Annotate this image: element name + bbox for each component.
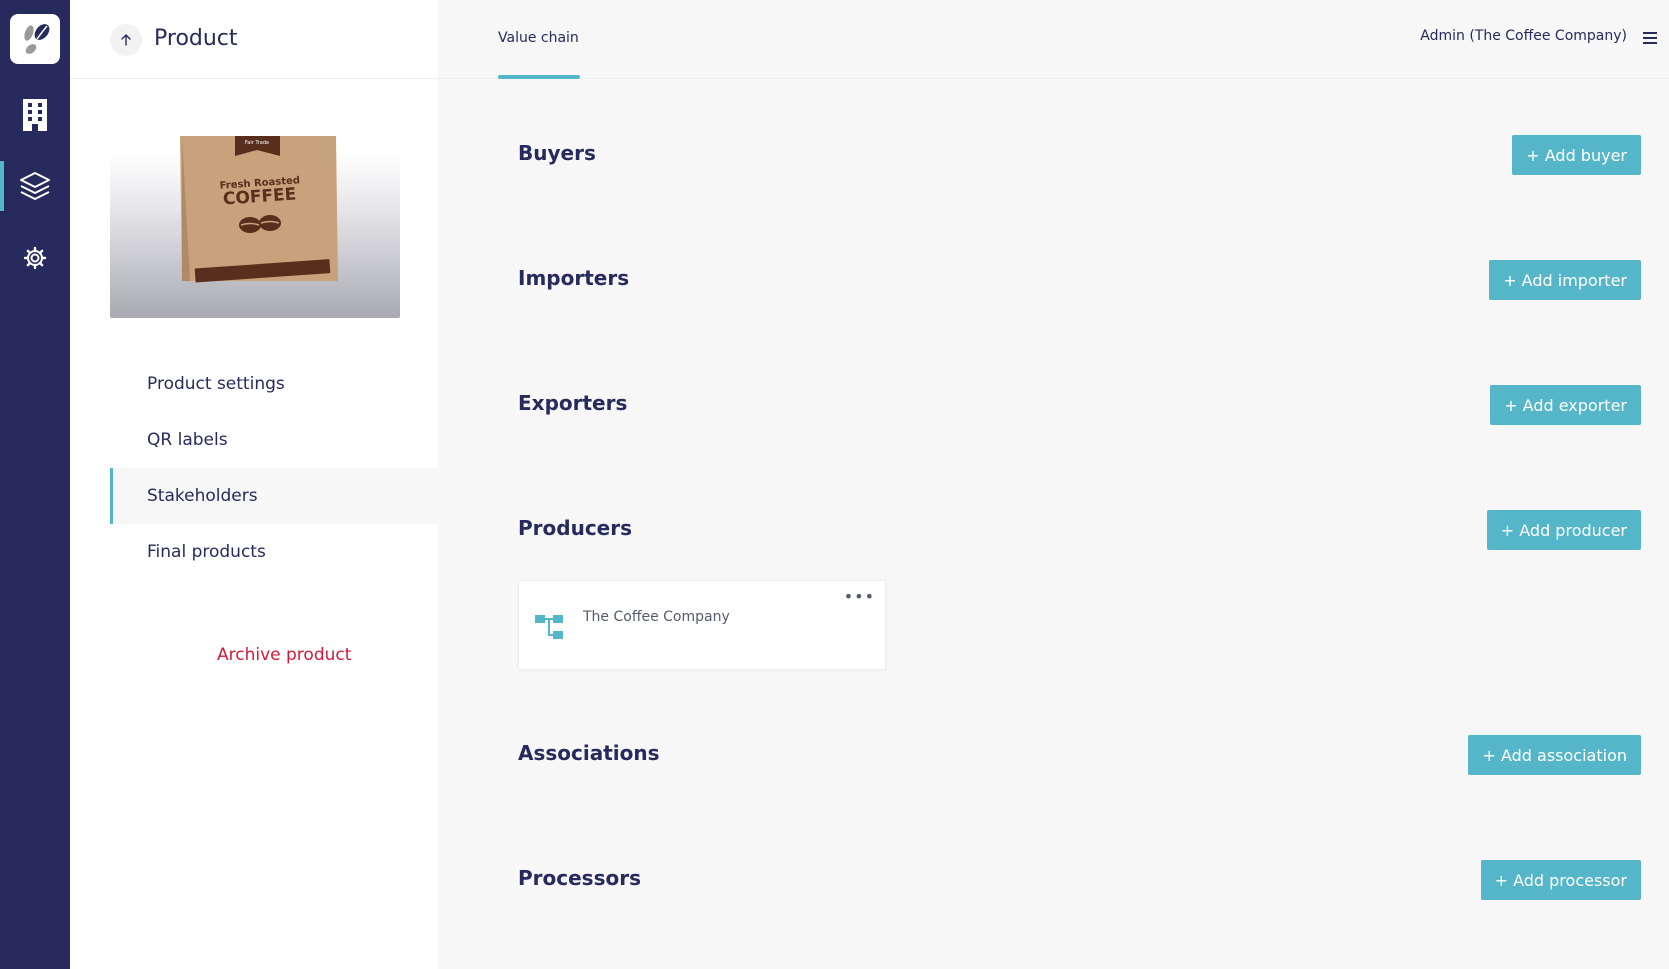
producer-card[interactable]: The Coffee Company ••• bbox=[518, 580, 886, 670]
section-title: Associations bbox=[518, 741, 660, 765]
arrow-up-icon bbox=[121, 34, 131, 46]
building-icon bbox=[23, 99, 47, 131]
sidebar-header: Product bbox=[70, 0, 438, 79]
app-rail bbox=[0, 0, 70, 969]
section-producers: Producers + Add producer bbox=[518, 500, 1641, 560]
archive-product-link[interactable]: Archive product bbox=[217, 640, 351, 670]
tab-value-chain[interactable]: Value chain bbox=[498, 30, 579, 46]
nav-companies[interactable] bbox=[0, 90, 70, 140]
add-processor-button[interactable]: + Add processor bbox=[1480, 860, 1641, 900]
nav-products[interactable] bbox=[0, 161, 70, 211]
section-title: Exporters bbox=[518, 391, 628, 415]
producer-name: The Coffee Company bbox=[583, 609, 730, 625]
product-image: Fair Trade Fresh Roasted COFFEE bbox=[110, 136, 400, 318]
active-tab-indicator bbox=[498, 75, 580, 79]
more-options-icon[interactable]: ••• bbox=[844, 587, 875, 606]
coffee-logo[interactable] bbox=[10, 14, 60, 64]
hierarchy-icon bbox=[535, 615, 563, 639]
user-account[interactable]: Admin (The Coffee Company) bbox=[1420, 28, 1627, 44]
coffee-bag-illustration: Fair Trade Fresh Roasted COFFEE bbox=[180, 136, 338, 283]
sidebar-menu: Product settings QR labels Stakeholders … bbox=[110, 356, 438, 580]
layers-icon bbox=[20, 172, 50, 200]
section-buyers: Buyers + Add buyer bbox=[518, 125, 1641, 185]
add-association-button[interactable]: + Add association bbox=[1468, 735, 1641, 775]
section-title: Importers bbox=[518, 266, 630, 290]
sidebar-item-label: Stakeholders bbox=[147, 486, 258, 506]
section-importers: Importers + Add importer bbox=[518, 250, 1641, 310]
bag-badge-text: Fair Trade bbox=[245, 140, 269, 146]
nav-settings[interactable] bbox=[0, 233, 70, 283]
section-title: Processors bbox=[518, 866, 641, 890]
section-processors: Processors + Add processor bbox=[518, 850, 1641, 910]
add-buyer-button[interactable]: + Add buyer bbox=[1512, 135, 1641, 175]
sidebar-item-product-settings[interactable]: Product settings bbox=[110, 356, 438, 412]
gear-icon bbox=[23, 246, 47, 270]
section-title: Buyers bbox=[518, 141, 596, 165]
sidebar-item-label: QR labels bbox=[147, 430, 228, 450]
sidebar-item-qr-labels[interactable]: QR labels bbox=[110, 412, 438, 468]
section-exporters: Exporters + Add exporter bbox=[518, 375, 1641, 435]
hamburger-menu-icon[interactable] bbox=[1643, 32, 1657, 44]
sidebar-item-label: Final products bbox=[147, 542, 266, 562]
add-importer-button[interactable]: + Add importer bbox=[1489, 260, 1641, 300]
sidebar-item-final-products[interactable]: Final products bbox=[110, 524, 438, 580]
sidebar-item-label: Product settings bbox=[147, 374, 285, 394]
back-button[interactable] bbox=[110, 24, 142, 56]
product-sidebar: Product Fair Trade Fresh Roasted COFFEE … bbox=[70, 0, 438, 969]
page-title: Product bbox=[154, 26, 238, 51]
coffee-beans-icon bbox=[24, 24, 50, 54]
top-bar: Value chain Admin (The Coffee Company) bbox=[438, 0, 1669, 79]
section-associations: Associations + Add association bbox=[518, 725, 1641, 785]
add-producer-button[interactable]: + Add producer bbox=[1486, 510, 1641, 550]
add-exporter-button[interactable]: + Add exporter bbox=[1490, 385, 1641, 425]
sidebar-item-stakeholders[interactable]: Stakeholders bbox=[110, 468, 438, 524]
section-title: Producers bbox=[518, 516, 633, 540]
